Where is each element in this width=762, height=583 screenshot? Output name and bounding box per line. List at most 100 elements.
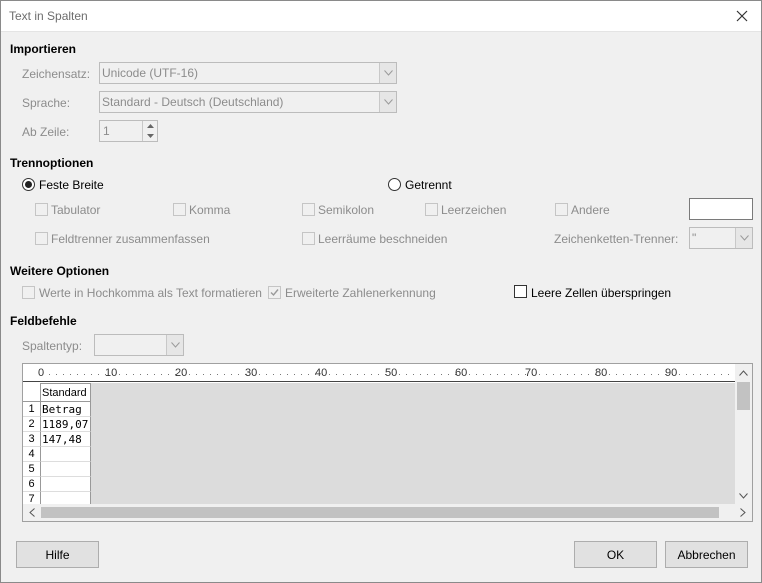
title-bar: Text in Spalten	[1, 1, 761, 32]
separated-radio[interactable]	[388, 178, 401, 191]
column-header[interactable]: Standard	[41, 383, 91, 402]
column-type-dropdown-button[interactable]	[166, 335, 183, 355]
space-checkbox[interactable]	[425, 203, 438, 216]
quoted-as-text-checkbox[interactable]	[22, 286, 35, 299]
close-button[interactable]	[729, 4, 755, 28]
text-to-columns-dialog: Text in Spalten Importieren Zeichensatz:…	[0, 0, 762, 583]
import-heading: Importieren	[10, 42, 77, 56]
other-label: Andere	[571, 203, 610, 217]
language-select[interactable]: Standard - Deutsch (Deutschland)	[99, 91, 397, 113]
chevron-down-icon	[739, 235, 749, 241]
checkmark-icon	[270, 289, 279, 297]
table-cell: Betrag	[41, 402, 91, 417]
triangle-up-icon	[146, 124, 154, 128]
detect-numbers-checkbox[interactable]	[268, 286, 281, 299]
space-label: Leerzeichen	[441, 203, 507, 217]
separator-heading: Trennoptionen	[10, 156, 94, 170]
chevron-down-icon	[739, 493, 748, 499]
merge-delimiters-checkbox[interactable]	[35, 232, 48, 245]
merge-delimiters-label: Feldtrenner zusammenfassen	[51, 232, 210, 246]
fields-heading: Feldbefehle	[10, 314, 77, 328]
help-button[interactable]: Hilfe	[16, 541, 99, 568]
preview-grid[interactable]: Standard 1 Betrag 2 1189,07 3 147,48 4 5…	[23, 383, 736, 505]
chevron-up-icon	[739, 370, 748, 376]
from-row-value: 1	[103, 124, 110, 138]
cancel-button[interactable]: Abbrechen	[665, 541, 748, 568]
ruler-tick: 80	[595, 367, 608, 379]
table-cell: 1189,07	[41, 417, 91, 432]
other-checkbox[interactable]	[555, 203, 568, 216]
row-number: 5	[23, 462, 41, 477]
string-delimiter-select[interactable]: "	[689, 227, 753, 249]
other-options-heading: Weitere Optionen	[10, 264, 110, 278]
scroll-right-button[interactable]	[736, 504, 750, 521]
scroll-down-button[interactable]	[735, 489, 752, 503]
row-number: 2	[23, 417, 41, 432]
from-row-label: Ab Zeile:	[22, 125, 70, 139]
vertical-scrollbar[interactable]	[735, 364, 752, 505]
window-title: Text in Spalten	[9, 9, 88, 23]
chevron-left-icon	[29, 508, 35, 517]
ruler-tick: 40	[315, 367, 328, 379]
fixed-width-label: Feste Breite	[39, 178, 104, 192]
chevron-down-icon	[170, 342, 180, 348]
table-cell	[41, 447, 91, 462]
fixed-width-radio[interactable]	[22, 178, 35, 191]
from-row-spinner[interactable]: 1	[99, 120, 158, 142]
table-cell: 147,48	[41, 432, 91, 447]
string-delimiter-label: Zeichenketten-Trenner:	[554, 232, 679, 246]
string-delimiter-dropdown-button[interactable]	[735, 228, 752, 248]
row-number: 3	[23, 432, 41, 447]
horizontal-scrollbar[interactable]	[23, 504, 752, 521]
row-number: 4	[23, 447, 41, 462]
ruler-tick: 10	[105, 367, 118, 379]
string-delimiter-value: "	[692, 231, 697, 245]
ruler-tick: 30	[245, 367, 258, 379]
spin-up-button[interactable]	[143, 121, 157, 131]
language-label: Sprache:	[22, 96, 71, 110]
comma-label: Komma	[189, 203, 231, 217]
semicolon-label: Semikolon	[318, 203, 375, 217]
separated-label: Getrennt	[405, 178, 452, 192]
column-type-select[interactable]	[94, 334, 184, 356]
horizontal-scroll-thumb[interactable]	[41, 507, 719, 518]
spin-down-button[interactable]	[143, 131, 157, 141]
row-number: 6	[23, 477, 41, 492]
other-separator-input[interactable]	[689, 198, 753, 220]
corner-cell	[23, 383, 41, 402]
scroll-left-button[interactable]	[25, 504, 39, 521]
ruler-tick: 50	[385, 367, 398, 379]
charset-select[interactable]: Unicode (UTF-16)	[99, 62, 397, 84]
quoted-as-text-label: Werte in Hochkomma als Text formatieren	[39, 286, 262, 300]
preview-area[interactable]: 0 10 20 30 40 50 60 70 80 90 Standard 1 …	[22, 363, 753, 522]
triangle-down-icon	[146, 134, 154, 138]
vertical-scroll-thumb[interactable]	[737, 382, 750, 410]
comma-checkbox[interactable]	[173, 203, 186, 216]
column-ruler[interactable]: 0 10 20 30 40 50 60 70 80 90	[23, 364, 736, 382]
semicolon-checkbox[interactable]	[302, 203, 315, 216]
column-type-label: Spaltentyp:	[22, 339, 83, 353]
charset-dropdown-button[interactable]	[379, 63, 396, 83]
ruler-tick: 70	[525, 367, 538, 379]
language-value: Standard - Deutsch (Deutschland)	[102, 95, 284, 109]
ruler-tick: 90	[665, 367, 678, 379]
tab-checkbox[interactable]	[35, 203, 48, 216]
scroll-up-button[interactable]	[735, 366, 752, 380]
charset-label: Zeichensatz:	[22, 67, 91, 81]
charset-value: Unicode (UTF-16)	[102, 66, 199, 80]
row-number: 1	[23, 402, 41, 417]
trim-spaces-checkbox[interactable]	[302, 232, 315, 245]
skip-empty-cells-label: Leere Zellen überspringen	[531, 286, 672, 300]
detect-numbers-label: Erweiterte Zahlenerkennung	[285, 286, 436, 300]
ruler-tick: 20	[175, 367, 188, 379]
ruler-tick: 60	[455, 367, 468, 379]
skip-empty-cells-checkbox[interactable]	[514, 285, 527, 298]
ok-button[interactable]: OK	[574, 541, 657, 568]
chevron-down-icon	[383, 70, 393, 76]
ruler-tick: 0	[38, 367, 45, 379]
close-icon	[736, 10, 748, 22]
table-cell	[41, 462, 91, 477]
chevron-right-icon	[740, 508, 746, 517]
ruler-baseline	[23, 381, 736, 382]
language-dropdown-button[interactable]	[379, 92, 396, 112]
